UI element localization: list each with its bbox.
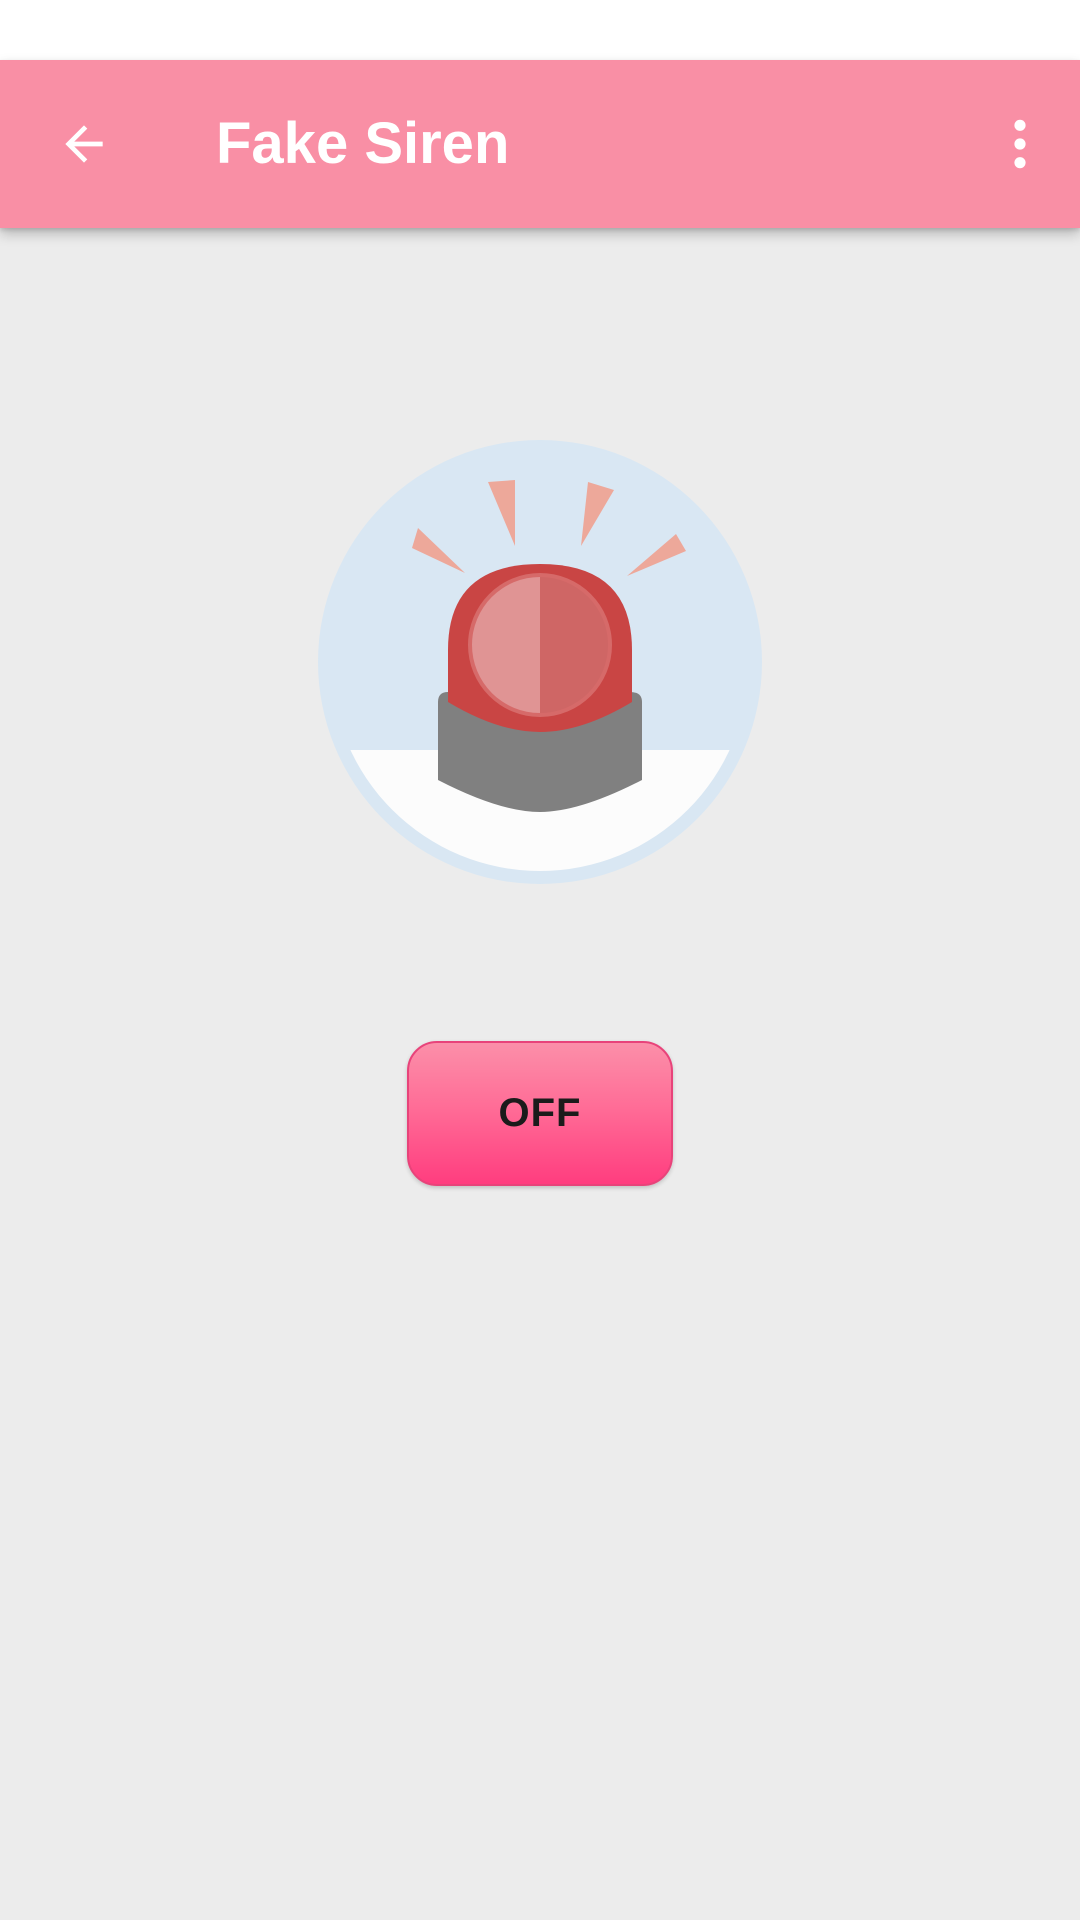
app-title: Fake Siren xyxy=(216,111,510,176)
siren-icon xyxy=(318,440,762,884)
app-bar: Fake Siren xyxy=(0,60,1080,228)
overflow-menu-button[interactable] xyxy=(980,92,1060,196)
arrow-back-icon xyxy=(65,125,103,163)
more-vert-icon xyxy=(1014,119,1026,169)
siren-toggle-button[interactable]: OFF xyxy=(407,1041,673,1186)
main-content: OFF xyxy=(0,228,1080,1920)
status-bar xyxy=(0,0,1080,60)
back-button[interactable] xyxy=(28,92,140,196)
